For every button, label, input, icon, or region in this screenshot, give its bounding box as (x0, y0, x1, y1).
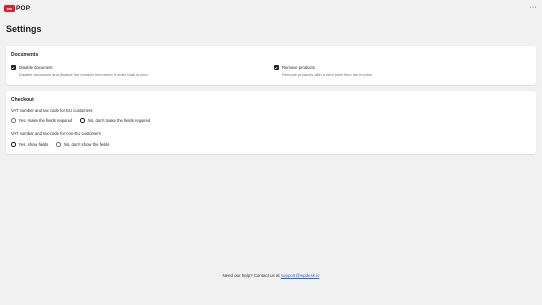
help-text: Need our help? Contact us at (222, 273, 280, 278)
non-eu-vat-radio-group: Yes, show fields No, don't show the fiel… (11, 142, 117, 147)
remove-products-label: Remove products (282, 65, 315, 70)
eu-vat-option-no-label: No, don't make the fields required (87, 118, 151, 123)
checkmark-icon (274, 66, 278, 69)
remove-products-option[interactable]: Remove products Remove products with a z… (274, 65, 373, 77)
non-eu-vat-option-yes[interactable]: Yes, show fields (11, 142, 48, 147)
radio-button[interactable] (56, 142, 61, 147)
eu-vat-option-yes[interactable]: Yes, make the fields required (11, 118, 72, 123)
documents-card: Documents Disable document Disable docum… (6, 46, 536, 85)
radio-button-selected[interactable] (11, 142, 16, 147)
non-eu-vat-option-yes-label: Yes, show fields (18, 142, 49, 147)
checkmark-icon (11, 66, 15, 69)
remove-products-description: Remove products with a zero total from t… (282, 72, 373, 77)
checkout-card: Checkout VAT number and tax code for EU … (6, 91, 536, 154)
help-footer: Need our help? Contact us at support@wpd… (0, 273, 542, 278)
remove-products-checkbox[interactable] (274, 65, 279, 70)
non-eu-vat-label: VAT number and tax code for non-EU custo… (11, 131, 101, 136)
logo-badge: ws (4, 4, 15, 12)
radio-button[interactable] (11, 118, 16, 123)
logo-text: POP (16, 4, 31, 12)
top-bar: ws POP ··· (0, 0, 542, 16)
disable-document-checkbox[interactable] (11, 65, 16, 70)
eu-vat-radio-group: Yes, make the fields required No, don't … (11, 118, 158, 123)
documents-title: Documents (11, 52, 39, 58)
app-logo: ws POP (4, 4, 31, 12)
more-menu-icon[interactable]: ··· (529, 4, 537, 11)
disable-document-option[interactable]: Disable document Disable document and di… (11, 65, 149, 77)
disable-document-label: Disable document (19, 65, 53, 70)
checkout-title: Checkout (11, 97, 34, 103)
eu-vat-option-yes-label: Yes, make the fields required (18, 118, 73, 123)
support-email-link[interactable]: support@wpdesk.io (281, 273, 320, 278)
page-title: Settings (6, 24, 42, 34)
non-eu-vat-option-no-label: No, don't show the fields (63, 142, 110, 147)
eu-vat-option-no[interactable]: No, don't make the fields required (80, 118, 150, 123)
eu-vat-label: VAT number and tax code for EU customers (11, 108, 93, 113)
disable-document-description: Disable document and disable the number … (19, 72, 149, 77)
non-eu-vat-option-no[interactable]: No, don't show the fields (56, 142, 109, 147)
radio-button-selected[interactable] (80, 118, 85, 123)
